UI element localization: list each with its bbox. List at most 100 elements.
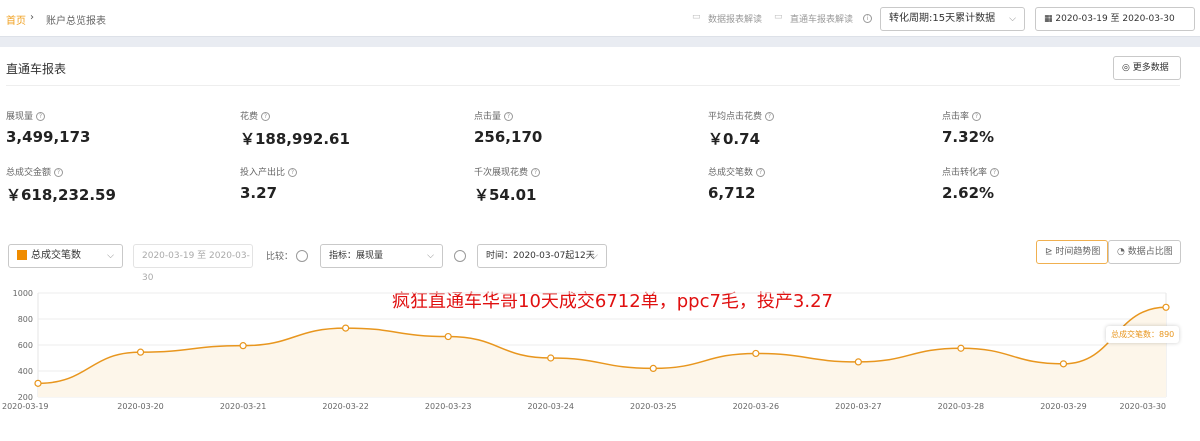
top-bar: 首页 › 账户总览报表 ▭ 数据报表解读 ▭ 直通车报表解读 i 转化周期:15… <box>0 0 1200 37</box>
y-tick-label: 800 <box>18 315 33 324</box>
help-icon[interactable]: ? <box>504 112 514 121</box>
x-tick-label: 2020-03-28 <box>938 402 985 411</box>
help-icon[interactable]: ? <box>36 112 46 121</box>
metric-label: 点击率 <box>942 112 970 122</box>
date-range-picker[interactable]: ▦ 2020-03-19 至 2020-03-30 <box>1035 7 1195 31</box>
breadcrumb-separator-icon: › <box>30 12 34 23</box>
metric-label: 千次展现花费 <box>474 168 529 178</box>
data-point <box>957 344 965 352</box>
button-label: 更多数据 <box>1132 63 1169 73</box>
panel-title: 直通车报表 <box>6 62 67 76</box>
x-tick-label: 2020-03-27 <box>835 402 882 411</box>
more-data-button[interactable]: ◎ 更多数据 <box>1113 56 1181 80</box>
x-tick-label: 2020-03-19 <box>2 402 49 411</box>
data-point <box>752 349 760 358</box>
help-icon[interactable]: ? <box>990 168 1000 177</box>
metric-value: 256,170 <box>474 128 543 146</box>
breadcrumb-home[interactable]: 首页 <box>6 12 26 27</box>
calendar-icon: ▦ <box>1044 14 1056 24</box>
data-point <box>239 342 247 350</box>
chart-tooltip: 总成交笔数：890 <box>1106 326 1180 343</box>
metric-label: 花费 <box>240 112 259 122</box>
metric-label: 平均点击花费 <box>708 112 763 122</box>
help-icon[interactable]: ? <box>288 168 298 177</box>
compare-label: 比较： <box>266 252 294 262</box>
chevron-down-icon: ⌵ <box>591 251 598 261</box>
tab-label: 数据占比图 <box>1127 247 1173 257</box>
select-value: 指标：展现量 <box>329 251 384 261</box>
compare-radio[interactable] <box>296 250 308 262</box>
data-point <box>34 379 42 387</box>
metric-value: ￥0.74 <box>708 130 761 148</box>
metric-label: 展现量 <box>6 112 34 122</box>
help-icon[interactable]: ? <box>531 168 541 177</box>
metric-card: 点击转化率? 2.62% <box>942 165 1000 202</box>
chevron-down-icon: ⌵ <box>427 251 434 261</box>
data-point <box>444 332 452 341</box>
time-compare-radio[interactable] <box>454 250 466 262</box>
metric-label: 点击量 <box>474 112 502 122</box>
time-select[interactable]: 时间：2020-03-07起12天 ⌵ <box>477 244 607 268</box>
x-tick-label: 2020-03-20 <box>117 402 164 411</box>
help-icon[interactable]: ? <box>261 112 271 121</box>
chevron-down-icon: ⌵ <box>1009 14 1016 24</box>
x-tick-label: 2020-03-21 <box>220 402 267 411</box>
metric-value: ￥618,232.59 <box>6 186 116 204</box>
info-icon[interactable]: i <box>863 14 872 23</box>
indicator-select[interactable]: 指标：展现量 ⌵ <box>320 244 443 268</box>
select-value: 转化周期:15天累计数据 <box>889 13 996 24</box>
data-point <box>1162 303 1170 311</box>
metric-value: ￥54.01 <box>474 186 537 204</box>
help-icon[interactable]: ? <box>765 112 775 121</box>
x-tick-label: 2020-03-29 <box>1040 402 1087 411</box>
tab-label: 时间趋势图 <box>1055 247 1101 257</box>
x-tick-label: 2020-03-24 <box>527 402 574 411</box>
metric-value: ￥188,992.61 <box>240 130 350 148</box>
data-report-guide-link[interactable]: 数据报表解读 <box>708 12 762 25</box>
compare-date-range[interactable]: 2020-03-19 至 2020-03-30 <box>133 244 253 283</box>
settings-icon: ◎ <box>1122 63 1133 73</box>
data-point <box>342 324 350 332</box>
y-tick-label: 1000 <box>13 289 33 298</box>
data-point <box>547 354 555 362</box>
x-tick-label: 2020-03-22 <box>322 402 369 411</box>
data-point <box>649 364 657 373</box>
help-icon[interactable]: ? <box>54 168 64 177</box>
line-chart: 200 400 600 800 1000 2020-03-19 2020-03-20 2020… <box>2 289 1170 411</box>
divider <box>6 85 1180 86</box>
video-icon: ▭ <box>692 12 701 22</box>
metric-value: 7.32% <box>942 128 995 146</box>
y-tick-label: 200 <box>18 393 33 402</box>
data-point <box>854 358 862 366</box>
series-color-swatch <box>17 250 27 260</box>
trend-chart-tab[interactable]: ⊵ 时间趋势图 <box>1036 240 1108 264</box>
metric-card: 总成交金额? ￥618,232.59 <box>6 165 116 205</box>
metric-select[interactable]: 总成交笔数 ⌵ <box>8 244 123 268</box>
date-range-value: 2020-03-19 至 2020-03-30 <box>1055 14 1175 24</box>
x-tick-label: 2020-03-23 <box>425 402 472 411</box>
ratio-chart-tab[interactable]: ◔ 数据占比图 <box>1108 240 1181 264</box>
metric-label: 点击转化率 <box>942 168 988 178</box>
breadcrumb-current: 账户总览报表 <box>46 16 106 27</box>
conversion-period-select[interactable]: 转化周期:15天累计数据 ⌵ <box>880 7 1025 31</box>
data-point <box>136 348 145 356</box>
ztc-report-guide-link[interactable]: 直通车报表解读 <box>790 12 853 25</box>
help-icon[interactable]: ? <box>972 112 982 121</box>
metric-label: 总成交笔数 <box>708 168 754 178</box>
metric-label: 投入产出比 <box>240 168 286 178</box>
x-tick-label: 2020-03-26 <box>733 402 780 411</box>
data-point <box>1059 360 1068 368</box>
metric-value: 3,499,173 <box>6 128 91 146</box>
metric-value: 6,712 <box>708 184 756 202</box>
pie-chart-icon: ◔ <box>1117 247 1128 257</box>
help-icon[interactable]: ? <box>756 168 766 177</box>
metric-card: 展现量? 3,499,173 <box>6 109 90 146</box>
metric-card: 投入产出比? 3.27 <box>240 165 298 202</box>
line-chart-icon: ⊵ <box>1045 247 1056 257</box>
x-tick-label: 2020-03-25 <box>630 402 677 411</box>
metric-value: 2.62% <box>942 184 995 202</box>
metric-card: 总成交笔数? 6,712 <box>708 165 766 202</box>
metric-card: 点击率? 7.32% <box>942 109 994 146</box>
metric-card: 千次展现花费? ￥54.01 <box>474 165 541 205</box>
y-tick-label: 400 <box>18 367 33 376</box>
